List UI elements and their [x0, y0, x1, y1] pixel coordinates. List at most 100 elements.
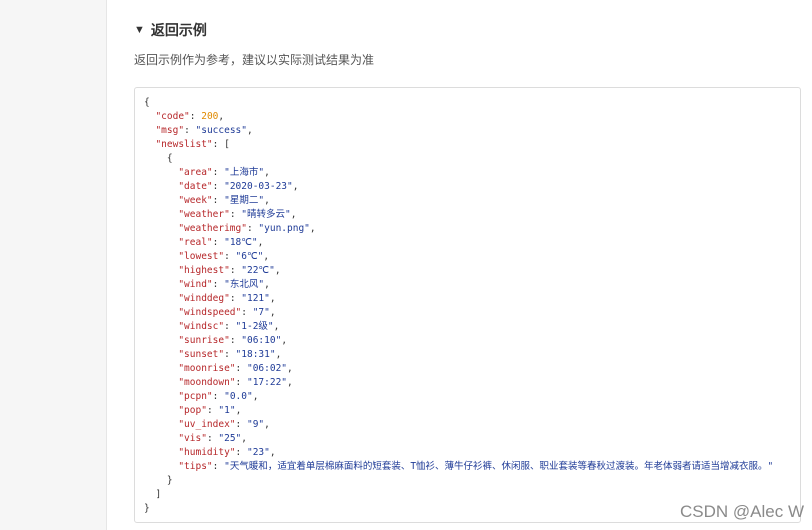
- left-sidebar: [0, 0, 107, 530]
- json-colon: :: [246, 223, 259, 234]
- code-line: "winddeg": "121",: [144, 292, 773, 306]
- json-key: "date": [178, 181, 213, 192]
- json-string: "6℃": [235, 251, 264, 262]
- json-string: "天气暖和，适宜着单层棉麻面料的短套装、T恤衫、薄牛仔衫裤、休闲服、职业套装等春…: [224, 461, 774, 472]
- json-colon: :: [229, 265, 242, 276]
- json-colon: :: [224, 251, 236, 262]
- json-colon: :: [212, 237, 225, 248]
- json-string: "0.0": [224, 391, 253, 402]
- json-comma: ,: [247, 125, 253, 136]
- json-comma: ,: [264, 419, 270, 430]
- json-string: "17:22": [246, 377, 288, 388]
- json-comma: ,: [218, 111, 225, 122]
- json-comma: ,: [309, 223, 316, 234]
- section-subtitle: 返回示例作为参考，建议以实际测试结果为准: [134, 53, 375, 67]
- code-line: "vis": "25",: [144, 432, 773, 446]
- section-title-text: 返回示例: [150, 22, 207, 38]
- code-line: "weatherimg": "yun.png",: [144, 222, 773, 236]
- code-line: "wind": "东北风",: [144, 278, 773, 292]
- json-comma: ,: [273, 321, 280, 332]
- json-string: "yun.png": [258, 223, 310, 234]
- return-example-section: ▼ 返回示例 返回示例作为参考，建议以实际测试结果为准 { "code": 20…: [106, 0, 812, 530]
- json-code: { "code": 200, "msg": "success", "newsli…: [144, 96, 773, 516]
- code-line: "pcpn": "0.0",: [144, 390, 773, 404]
- json-colon: :: [212, 181, 225, 192]
- json-string: "22℃": [241, 265, 275, 276]
- json-bracket: ]: [155, 489, 162, 500]
- json-colon: :: [212, 195, 225, 206]
- code-line: "pop": "1",: [144, 404, 773, 418]
- json-string: "25": [218, 433, 242, 444]
- json-key: "moondown": [178, 377, 236, 388]
- json-key: "week": [178, 195, 213, 206]
- json-comma: ,: [269, 307, 276, 318]
- json-colon: :: [235, 377, 247, 388]
- code-line: "sunrise": "06:10",: [144, 334, 773, 348]
- json-colon: :: [235, 419, 247, 430]
- json-key: "winddeg": [178, 293, 230, 304]
- json-code-block: { "code": 200, "msg": "success", "newsli…: [134, 87, 801, 523]
- json-string: "晴转多云": [241, 209, 291, 220]
- json-comma: ,: [287, 363, 293, 374]
- code-line: }: [144, 474, 773, 488]
- code-line: "lowest": "6℃",: [144, 250, 773, 264]
- json-string: "7": [252, 307, 270, 318]
- code-line: "moonrise": "06:02",: [144, 362, 773, 376]
- json-colon: :: [235, 363, 247, 374]
- json-comma: ,: [269, 293, 276, 304]
- json-key: "highest": [178, 265, 230, 276]
- section-title[interactable]: ▼ 返回示例: [134, 20, 207, 40]
- json-string: "06:10": [241, 335, 282, 346]
- json-key: "pop": [178, 405, 207, 416]
- json-colon: :: [189, 111, 202, 122]
- json-brace: {: [166, 153, 173, 164]
- json-key: "humidity": [178, 447, 236, 458]
- json-key: "weather": [178, 209, 230, 220]
- json-comma: ,: [252, 391, 259, 402]
- json-comma: ,: [235, 405, 242, 416]
- json-number: 200: [201, 111, 219, 122]
- json-brace: }: [166, 475, 173, 486]
- json-colon: :: [206, 405, 219, 416]
- code-line: "newslist": [: [144, 138, 773, 152]
- json-comma: ,: [290, 209, 297, 220]
- json-key: "real": [178, 237, 213, 248]
- json-key: "newslist": [155, 139, 213, 150]
- code-line: ]: [144, 488, 773, 502]
- json-key: "sunset": [178, 349, 225, 360]
- code-line: {: [144, 96, 773, 110]
- code-line: "real": "18℃",: [144, 236, 773, 250]
- json-string: "121": [241, 293, 270, 304]
- json-comma: ,: [287, 377, 293, 388]
- json-string: "上海市": [224, 167, 265, 178]
- json-string: "success": [195, 125, 247, 136]
- code-line: {: [144, 152, 773, 166]
- json-comma: ,: [264, 279, 270, 290]
- json-colon: :: [212, 279, 225, 290]
- code-line: "uv_index": "9",: [144, 418, 773, 432]
- json-comma: ,: [264, 195, 270, 206]
- json-key: "code": [155, 111, 190, 122]
- code-line: "sunset": "18:31",: [144, 348, 773, 362]
- collapse-triangle-icon[interactable]: ▼: [134, 24, 145, 36]
- code-line: "date": "2020-03-23",: [144, 180, 773, 194]
- json-colon: :: [229, 335, 242, 346]
- json-brace: }: [144, 503, 150, 514]
- code-line: "msg": "success",: [144, 124, 773, 138]
- json-colon: :: [212, 391, 225, 402]
- json-key: "uv_index": [178, 419, 236, 430]
- json-string: "2020-03-23": [224, 181, 293, 192]
- json-bracket: [: [224, 139, 230, 150]
- json-colon: :: [212, 461, 225, 472]
- json-string: "东北风": [224, 279, 265, 290]
- json-key: "windsc": [178, 321, 225, 332]
- newslist-item-fields: "area": "上海市", "date": "2020-03-23", "we…: [144, 166, 773, 474]
- code-line: "moondown": "17:22",: [144, 376, 773, 390]
- json-string: "9": [246, 419, 265, 430]
- json-brace: {: [144, 97, 150, 108]
- json-key: "tips": [178, 461, 213, 472]
- code-line: "windspeed": "7",: [144, 306, 773, 320]
- json-colon: :: [206, 433, 219, 444]
- code-line: "area": "上海市",: [144, 166, 773, 180]
- json-key: "area": [178, 167, 213, 178]
